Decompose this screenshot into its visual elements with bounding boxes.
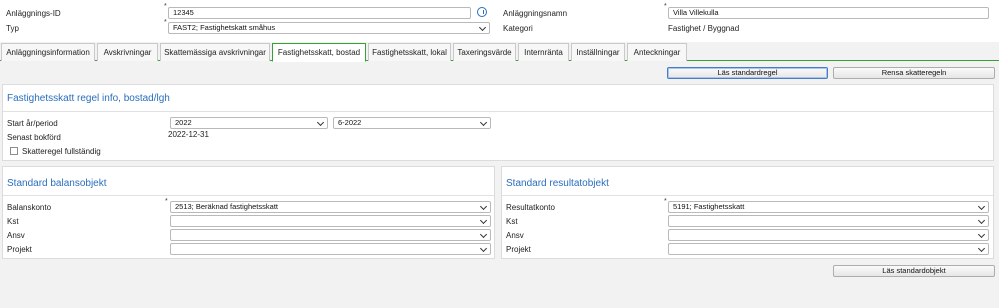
divider xyxy=(502,195,993,196)
balance-kst-select[interactable] xyxy=(170,215,491,227)
asset-id-label: Anläggnings-ID xyxy=(6,9,61,18)
category-label: Kategori xyxy=(503,24,533,33)
chevron-down-icon xyxy=(479,230,488,239)
result-kst-select[interactable] xyxy=(668,215,989,227)
start-year-select[interactable]: 2022 xyxy=(170,117,328,129)
result-ansv-label: Ansv xyxy=(506,231,524,240)
chevron-down-icon xyxy=(478,23,487,32)
chevron-down-icon xyxy=(977,230,986,239)
chevron-down-icon xyxy=(977,244,986,253)
balance-objects-panel: Standard balansobjekt Balanskonto * 2513… xyxy=(2,166,495,259)
balance-panel-title: Standard balansobjekt xyxy=(7,178,107,189)
tab-bar: Anläggningsinformation Avskrivningar Ska… xyxy=(0,43,999,62)
read-standard-rule-button[interactable]: Läs standardregel xyxy=(667,67,828,79)
start-year-value: 2022 xyxy=(175,118,192,127)
start-period-select[interactable]: 6-2022 xyxy=(333,117,491,129)
balance-account-value: 2513; Beräknad fastighetsskatt xyxy=(175,202,278,211)
result-objects-panel: Standard resultatobjekt Resultatkonto * … xyxy=(501,166,994,259)
tab-installningar[interactable]: Inställningar xyxy=(571,43,625,61)
balance-project-label: Projekt xyxy=(7,245,32,254)
start-period-value: 6-2022 xyxy=(338,118,362,127)
chevron-down-icon xyxy=(479,118,488,127)
refresh-icon[interactable] xyxy=(477,7,487,17)
result-panel-title: Standard resultatobjekt xyxy=(506,178,609,189)
rule-panel-title: Fastighetsskatt regel info, bostad/lgh xyxy=(7,93,170,104)
tab-skattemassiga-avskrivningar[interactable]: Skattemässiga avskrivningar xyxy=(160,43,270,61)
required-mark: * xyxy=(165,198,168,205)
balance-project-select[interactable] xyxy=(170,243,491,255)
tab-fastighetsskatt-lokal[interactable]: Fastighetsskatt, lokal xyxy=(368,43,451,61)
chevron-down-icon xyxy=(479,216,488,225)
tab-taxeringsvarde[interactable]: Taxeringsvärde xyxy=(453,43,516,61)
result-ansv-select[interactable] xyxy=(668,229,989,241)
result-account-value: 5191; Fastighetsskatt xyxy=(673,202,745,211)
rule-info-panel: Fastighetsskatt regel info, bostad/lgh S… xyxy=(2,84,994,161)
read-standard-objects-button[interactable]: Läs standardobjekt xyxy=(833,265,995,277)
result-account-label: Resultatkonto xyxy=(506,203,555,212)
rule-complete-checkbox[interactable] xyxy=(10,147,18,155)
result-project-label: Projekt xyxy=(506,245,531,254)
tab-fastighetsskatt-bostad[interactable]: Fastighetsskatt, bostad xyxy=(272,43,366,62)
result-account-select[interactable]: 5191; Fastighetsskatt xyxy=(668,201,989,213)
tab-anteckningar[interactable]: Anteckningar xyxy=(627,43,687,61)
chevron-down-icon xyxy=(479,202,488,211)
result-project-select[interactable] xyxy=(668,243,989,255)
result-kst-label: Kst xyxy=(506,217,518,226)
chevron-down-icon xyxy=(977,202,986,211)
required-mark: * xyxy=(664,198,667,205)
required-mark: * xyxy=(664,3,667,10)
header-section: Anläggnings-ID * 12345 Typ * FAST2; Fast… xyxy=(0,0,999,42)
required-mark: * xyxy=(164,19,167,26)
tab-avskrivningar[interactable]: Avskrivningar xyxy=(97,43,158,61)
balance-ansv-select[interactable] xyxy=(170,229,491,241)
asset-name-label: Anläggningsnamn xyxy=(503,9,568,18)
balance-account-select[interactable]: 2513; Beräknad fastighetsskatt xyxy=(170,201,491,213)
balance-account-label: Balanskonto xyxy=(7,203,52,212)
type-select-value: FAST2; Fastighetskatt småhus xyxy=(173,23,276,32)
chevron-down-icon xyxy=(479,244,488,253)
asset-id-input[interactable]: 12345 xyxy=(168,7,471,19)
last-booked-value: 2022-12-31 xyxy=(168,130,209,139)
balance-ansv-label: Ansv xyxy=(7,231,25,240)
start-period-label: Start år/period xyxy=(7,119,58,128)
divider xyxy=(3,111,993,112)
last-booked-label: Senast bokförd xyxy=(7,133,61,142)
balance-kst-label: Kst xyxy=(7,217,19,226)
tab-anlaggningsinformation[interactable]: Anläggningsinformation xyxy=(1,43,95,61)
type-select[interactable]: FAST2; Fastighetskatt småhus xyxy=(168,22,490,34)
chevron-down-icon xyxy=(316,118,325,127)
category-value: Fastighet / Byggnad xyxy=(668,24,740,33)
required-mark: * xyxy=(164,3,167,10)
type-label: Typ xyxy=(6,24,19,33)
chevron-down-icon xyxy=(977,216,986,225)
tab-internranta[interactable]: Internränta xyxy=(518,43,569,61)
rule-complete-label: Skatteregel fullständig xyxy=(22,147,101,156)
asset-name-input[interactable]: Villa Villekulla xyxy=(668,7,989,19)
clear-tax-rule-button[interactable]: Rensa skatteregeln xyxy=(833,67,995,79)
divider xyxy=(3,195,494,196)
